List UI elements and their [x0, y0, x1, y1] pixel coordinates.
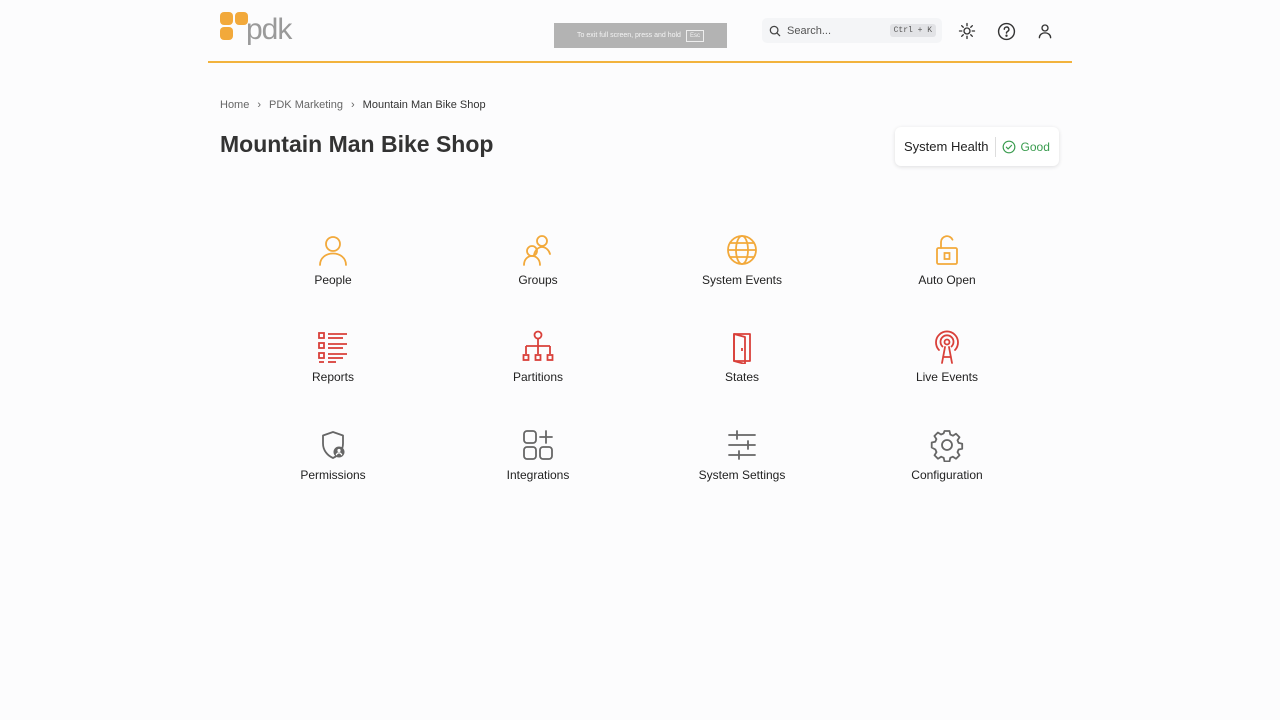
broadcast-icon	[935, 330, 959, 364]
shield-user-icon	[322, 431, 345, 459]
pdk-logo[interactable]: pdk	[220, 12, 292, 48]
sun-icon	[958, 22, 976, 40]
tile-label: States	[724, 370, 760, 384]
door-icon	[733, 333, 751, 364]
tile-label: Reports	[311, 370, 355, 384]
person-icon	[319, 236, 347, 266]
tile-auto-open[interactable]: Auto Open	[857, 233, 1037, 303]
system-health-status: Good	[1020, 139, 1050, 154]
unlock-icon	[936, 235, 958, 265]
tile-label: System Settings	[698, 468, 786, 482]
tile-label: Live Events	[915, 370, 979, 384]
top-header: pdk To exit full screen, press and hold …	[208, 0, 1072, 63]
tile-label: Configuration	[911, 468, 983, 482]
tile-label: System Events	[701, 273, 783, 287]
gear-icon	[930, 430, 964, 462]
sliders-icon	[728, 430, 756, 460]
check-circle-icon	[1002, 140, 1015, 153]
tile-label: Partitions	[512, 370, 564, 384]
page-title: Mountain Man Bike Shop	[220, 131, 494, 157]
fullscreen-key: Esc	[685, 29, 704, 42]
system-health-label: System Health	[904, 139, 989, 154]
tile-partitions[interactable]: Partitions	[448, 330, 628, 400]
logo-text: pdk	[246, 13, 292, 46]
help-button[interactable]	[995, 20, 1017, 42]
system-health-card[interactable]: System Health Good	[895, 127, 1059, 166]
globe-icon	[727, 235, 757, 265]
fullscreen-notice: To exit full screen, press and hold Esc	[554, 23, 727, 48]
tile-system-events[interactable]: System Events	[652, 233, 832, 303]
user-icon	[1038, 24, 1052, 39]
search-icon	[769, 25, 781, 36]
tile-label: People	[314, 273, 352, 287]
apps-add-icon	[523, 430, 553, 460]
breadcrumb-home[interactable]: Home	[220, 99, 249, 111]
page: pdk To exit full screen, press and hold …	[0, 0, 1280, 720]
hierarchy-icon	[522, 330, 554, 361]
search-input[interactable]: Search...	[787, 25, 890, 37]
chevron-right-icon: ›	[257, 99, 262, 111]
tile-groups[interactable]: Groups	[448, 233, 628, 303]
tile-label: Integrations	[506, 468, 570, 482]
tile-label: Auto Open	[918, 273, 976, 287]
group-icon	[523, 235, 551, 266]
tile-label: Permissions	[300, 468, 366, 482]
tile-reports[interactable]: Reports	[243, 330, 423, 400]
tile-label: Groups	[518, 273, 558, 287]
tile-configuration[interactable]: Configuration	[857, 428, 1037, 498]
tile-permissions[interactable]: Permissions	[243, 428, 423, 498]
breadcrumb-pdk-marketing[interactable]: PDK Marketing	[269, 99, 343, 111]
breadcrumb: Home › PDK Marketing › Mountain Man Bike…	[220, 99, 486, 111]
tile-system-settings[interactable]: System Settings	[652, 428, 832, 498]
help-icon	[997, 22, 1015, 40]
tile-people[interactable]: People	[243, 233, 423, 303]
tile-live-events[interactable]: Live Events	[857, 330, 1037, 400]
tile-states[interactable]: States	[652, 330, 832, 400]
tile-integrations[interactable]: Integrations	[448, 428, 628, 498]
search-shortcut: Ctrl + K	[889, 24, 936, 37]
divider	[994, 136, 996, 157]
search-box[interactable]: Search... Ctrl + K	[762, 18, 942, 43]
logo-mark	[220, 12, 248, 48]
fullscreen-message: To exit full screen, press and hold	[577, 32, 681, 39]
theme-toggle-button[interactable]	[956, 20, 978, 42]
chevron-right-icon: ›	[351, 99, 355, 111]
breadcrumb-current: Mountain Man Bike Shop	[362, 99, 486, 111]
user-menu-button[interactable]	[1034, 20, 1056, 42]
list-icon	[318, 332, 347, 363]
